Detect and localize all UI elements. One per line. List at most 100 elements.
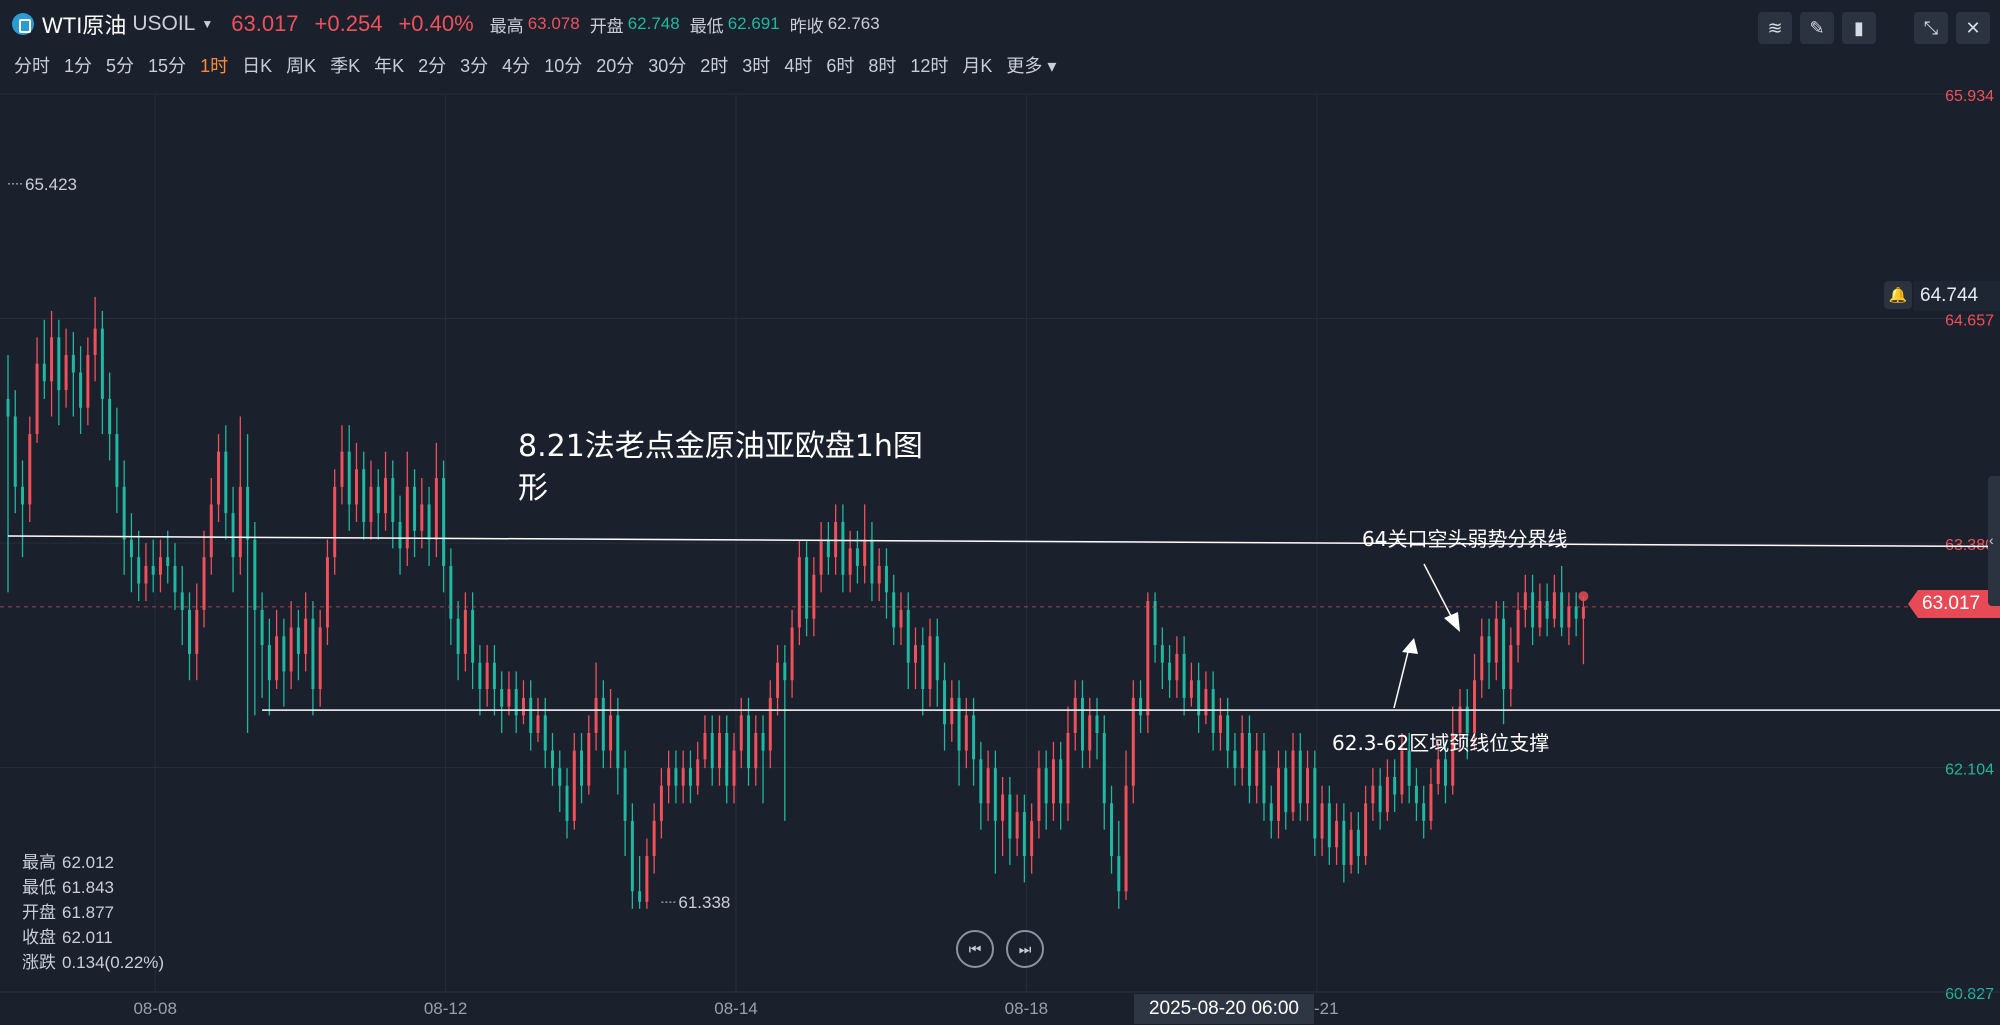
period-tab[interactable]: 3分 (460, 52, 488, 78)
candle-body (797, 557, 801, 628)
period-tab[interactable]: 更多 ▾ (1006, 52, 1056, 78)
candle-body (536, 715, 540, 733)
resistance-line[interactable] (7, 535, 2000, 548)
candle-body (282, 636, 286, 672)
candle-body (921, 645, 925, 690)
candle-body (325, 557, 329, 628)
crosshair-time-label: 2025-08-20 06:00 (1134, 994, 1314, 1024)
x-tick-label: 08-18 (1005, 999, 1048, 1018)
candle-body (1110, 803, 1114, 857)
candle-body (144, 565, 148, 584)
collapse-icon[interactable]: ⤡ (1914, 12, 1948, 44)
candle-body (580, 750, 584, 786)
candle-body (180, 592, 184, 610)
period-tab[interactable]: 8时 (868, 52, 896, 78)
candle-body (609, 715, 613, 751)
candle-body (1204, 689, 1208, 716)
candle-body (1429, 783, 1433, 821)
current-price-dot (1578, 591, 1589, 602)
period-tab[interactable]: 4分 (502, 52, 530, 78)
period-tab[interactable]: 15分 (148, 52, 186, 78)
candle-body (1306, 768, 1310, 804)
candle-body (1407, 750, 1411, 786)
ohlc-open-label: 开盘 (22, 903, 56, 922)
candle-body (1567, 606, 1571, 628)
draw-pen-icon[interactable]: ✎ (1800, 12, 1834, 44)
symbol-name[interactable]: WTI原油 (42, 8, 126, 40)
chevron-left-icon[interactable]: ‹ (1989, 532, 1994, 548)
candle-body (1335, 820, 1339, 848)
alert-price[interactable]: 64.744 (1914, 281, 2000, 311)
period-tab[interactable]: 日K (242, 52, 272, 78)
candle-body (1552, 592, 1556, 619)
prev-close-value: 62.763 (827, 14, 880, 33)
candle-body (884, 565, 888, 593)
candle-body (1015, 812, 1019, 839)
candle-body (863, 539, 867, 566)
candle-body (1153, 601, 1157, 646)
y-tick-label: 60.827 (1945, 986, 1994, 1003)
ohlc-low: 61.843 (62, 878, 114, 897)
symbol-code[interactable]: USOIL (132, 12, 195, 36)
candle-body (129, 539, 133, 558)
chart-toolbar: ≋ ✎ ▮ ⤡ ✕ (1758, 12, 1990, 44)
period-tabs: 分时 1分 5分 15分 1时 日K 周K 季K 年K 2分 3分 4分 10分 20分 30分 2时 3时 4时… (14, 48, 1056, 82)
period-tab[interactable]: 12时 (910, 52, 948, 78)
candle-body (1255, 750, 1259, 786)
candle-body (100, 328, 104, 399)
candle-body (1088, 715, 1092, 751)
candle-body (289, 627, 293, 672)
candle-body (805, 557, 809, 619)
candle-body (1095, 715, 1099, 733)
candle-body (1538, 601, 1542, 628)
period-tab[interactable]: 季K (330, 52, 360, 78)
candle-body (1139, 697, 1143, 716)
candle-type-icon[interactable]: ▮ (1842, 12, 1876, 44)
indicator-icon[interactable]: ≋ (1758, 12, 1792, 44)
candle-body (108, 398, 112, 435)
candlestick-chart[interactable]: 65.93464.65763.38062.10460.82708-08 08-12… (0, 84, 2000, 1025)
period-tab[interactable]: 周K (286, 52, 316, 78)
period-tab[interactable]: 3时 (742, 52, 770, 78)
candle-body (442, 478, 446, 566)
period-tab[interactable]: 年K (374, 52, 404, 78)
candle-body (1226, 715, 1230, 751)
down-arrow-shaft (1423, 563, 1453, 619)
y-tick-label: 64.657 (1945, 313, 1994, 330)
close-icon[interactable]: ✕ (1956, 12, 1990, 44)
period-tab[interactable]: 20分 (596, 52, 634, 78)
period-tab[interactable]: 1分 (64, 52, 92, 78)
period-tab[interactable]: 2时 (700, 52, 728, 78)
step-forward-icon[interactable]: ⏭ (1006, 930, 1044, 968)
open-value: 62.748 (627, 14, 680, 33)
candle-body (826, 539, 830, 558)
candle-body (420, 504, 424, 531)
x-tick-label: 08-12 (424, 999, 467, 1018)
period-tab[interactable]: 月K (962, 52, 992, 78)
candle-body (71, 354, 75, 373)
period-tab[interactable]: 4时 (784, 52, 812, 78)
bell-icon[interactable]: 🔔 (1884, 281, 1912, 309)
symbol-dropdown-icon[interactable]: ▼ (201, 17, 213, 31)
ohlc-readout: 最高 62.012 最低 61.843 开盘 61.877 收盘 62.011 涨跌 0.… (22, 850, 170, 975)
candle-body (471, 609, 475, 663)
period-tab[interactable]: 6时 (826, 52, 854, 78)
candle-body (1393, 776, 1397, 795)
candle-body (943, 680, 947, 725)
period-tab[interactable]: 分时 (14, 52, 50, 78)
candle-body (957, 697, 961, 751)
candle-body (260, 609, 264, 646)
step-back-icon[interactable]: ⏮ (956, 930, 994, 968)
candle-body (572, 750, 576, 821)
period-tab[interactable]: 2分 (418, 52, 446, 78)
candle-body (122, 486, 126, 540)
candle-body (1030, 820, 1034, 857)
period-tab[interactable]: 10分 (544, 52, 582, 78)
candle-body (1211, 689, 1215, 733)
candle-body (188, 609, 191, 654)
period-tab[interactable]: 1时 (200, 52, 228, 78)
period-tab[interactable]: 30分 (648, 52, 686, 78)
period-tab[interactable]: 5分 (106, 52, 134, 78)
candle-body (1385, 776, 1389, 813)
candle-body (790, 627, 794, 681)
